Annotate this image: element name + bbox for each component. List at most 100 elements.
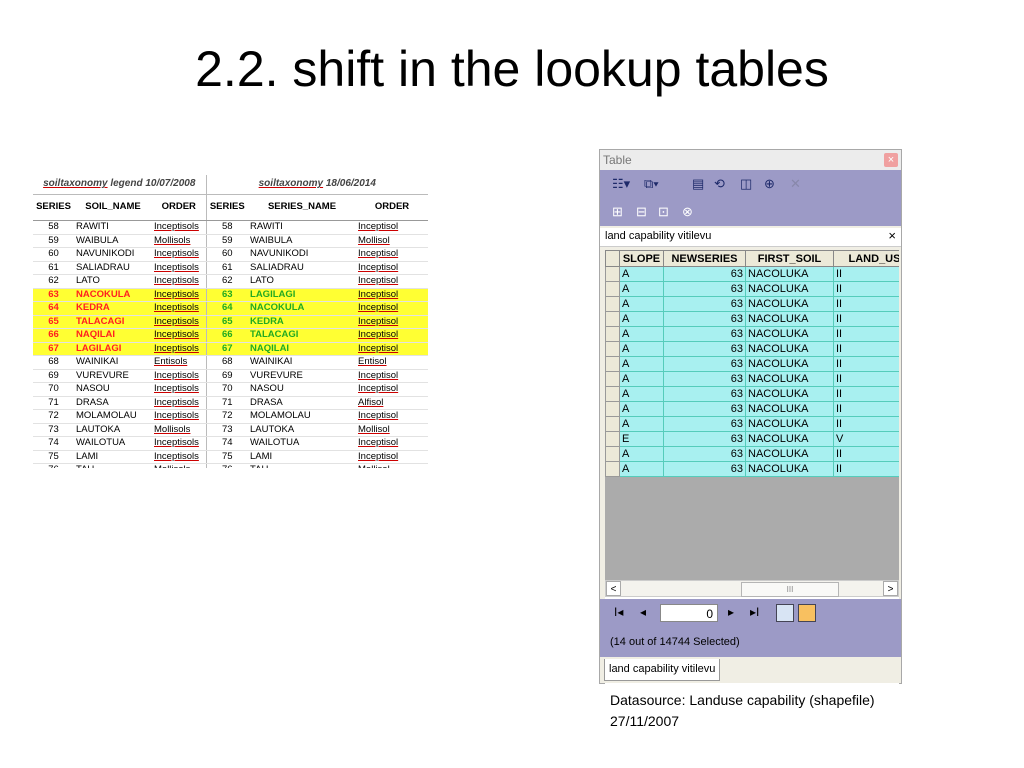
cell-first-soil[interactable]: NACOLUKA [745, 401, 834, 417]
last-record-icon[interactable]: ▸I [750, 605, 759, 619]
table-row[interactable]: A 63 NACOLUKA II [605, 461, 899, 477]
cell-first-soil[interactable]: NACOLUKA [745, 341, 834, 357]
cell-newseries[interactable]: 63 [663, 326, 746, 342]
cell-slope[interactable]: E [619, 431, 664, 447]
cell-first-soil[interactable]: NACOLUKA [745, 326, 834, 342]
cell-first-soil[interactable]: NACOLUKA [745, 461, 834, 477]
switch-selection-icon[interactable]: ⟲ [714, 176, 725, 192]
cell-land-use[interactable]: II [833, 311, 899, 327]
scroll-right-arrow[interactable]: > [883, 581, 898, 596]
cell-slope[interactable]: A [619, 371, 664, 387]
scroll-left-arrow[interactable]: < [606, 581, 621, 596]
cell-land-use[interactable]: V [833, 431, 899, 447]
cell-slope[interactable]: A [619, 461, 664, 477]
row-selector[interactable] [605, 296, 620, 312]
clear-selection-icon[interactable]: ◫ [740, 176, 752, 192]
row-selector[interactable] [605, 401, 620, 417]
row-selector[interactable] [605, 461, 620, 477]
first-record-icon[interactable]: I◂ [614, 605, 623, 619]
cell-land-use[interactable]: II [833, 341, 899, 357]
table-row[interactable]: A 63 NACOLUKA II [605, 371, 899, 387]
table-row[interactable]: A 63 NACOLUKA II [605, 311, 899, 327]
row-selector[interactable] [605, 311, 620, 327]
table-row[interactable]: E 63 NACOLUKA V [605, 431, 899, 447]
cell-first-soil[interactable]: NACOLUKA [745, 431, 834, 447]
row-selector[interactable] [605, 416, 620, 432]
cell-slope[interactable]: A [619, 356, 664, 372]
table-row[interactable]: A 63 NACOLUKA II [605, 386, 899, 402]
table-row[interactable]: A 63 NACOLUKA II [605, 416, 899, 432]
cell-land-use[interactable]: II [833, 416, 899, 432]
scroll-thumb[interactable]: III [741, 582, 839, 597]
remove-icon[interactable]: ⊗ [682, 204, 693, 220]
cell-newseries[interactable]: 63 [663, 416, 746, 432]
layer-close-icon[interactable]: × [888, 228, 896, 243]
table-row[interactable]: A 63 NACOLUKA II [605, 326, 899, 342]
cell-land-use[interactable]: II [833, 281, 899, 297]
zoom-to-selected-icon[interactable]: ⊕ [764, 176, 775, 192]
cell-newseries[interactable]: 63 [663, 401, 746, 417]
cell-first-soil[interactable]: NACOLUKA [745, 311, 834, 327]
row-selector[interactable] [605, 446, 620, 462]
cell-newseries[interactable]: 63 [663, 281, 746, 297]
row-selector[interactable] [605, 431, 620, 447]
row-selector[interactable] [605, 371, 620, 387]
table-row[interactable]: A 63 NACOLUKA II [605, 296, 899, 312]
table-row[interactable]: A 63 NACOLUKA II [605, 356, 899, 372]
cell-newseries[interactable]: 63 [663, 461, 746, 477]
row-selector[interactable] [605, 266, 620, 282]
horizontal-scrollbar[interactable]: < III > [605, 580, 899, 597]
cell-first-soil[interactable]: NACOLUKA [745, 266, 834, 282]
table-options-icon[interactable]: ☷▾ [612, 176, 630, 192]
show-selected-records-icon[interactable] [798, 604, 816, 622]
cell-land-use[interactable]: II [833, 296, 899, 312]
attachments-icon[interactable]: ⊡ [658, 204, 669, 220]
add-field-icon[interactable]: ⊞ [612, 204, 623, 220]
column-header-first-soil[interactable]: FIRST_SOIL [745, 250, 834, 267]
cell-newseries[interactable]: 63 [663, 341, 746, 357]
cell-slope[interactable]: A [619, 281, 664, 297]
cell-newseries[interactable]: 63 [663, 296, 746, 312]
cell-slope[interactable]: A [619, 401, 664, 417]
cell-first-soil[interactable]: NACOLUKA [745, 296, 834, 312]
cell-first-soil[interactable]: NACOLUKA [745, 371, 834, 387]
table-row[interactable]: A 63 NACOLUKA II [605, 341, 899, 357]
window-titlebar[interactable]: Table × [600, 150, 901, 170]
record-number-input[interactable]: 0 [660, 604, 718, 622]
delete-selected-icon[interactable]: ✕ [790, 176, 801, 192]
cell-newseries[interactable]: 63 [663, 446, 746, 462]
cell-slope[interactable]: A [619, 446, 664, 462]
cell-land-use[interactable]: II [833, 326, 899, 342]
window-close-button[interactable]: × [884, 153, 898, 167]
row-selector[interactable] [605, 326, 620, 342]
cell-newseries[interactable]: 63 [663, 356, 746, 372]
cell-land-use[interactable]: II [833, 386, 899, 402]
grid-viewport[interactable]: SLOPE NEWSERIES FIRST_SOIL LAND_US A 63 NA… [605, 250, 899, 580]
cell-slope[interactable]: A [619, 326, 664, 342]
select-by-attributes-icon[interactable]: ▤ [692, 176, 704, 192]
row-selector-header[interactable] [605, 250, 620, 267]
previous-record-icon[interactable]: ◂ [640, 605, 646, 619]
table-row[interactable]: A 63 NACOLUKA II [605, 401, 899, 417]
column-header-newseries[interactable]: NEWSERIES [663, 250, 746, 267]
cell-land-use[interactable]: II [833, 401, 899, 417]
cell-first-soil[interactable]: NACOLUKA [745, 446, 834, 462]
tab-land-capability[interactable]: land capability vitilevu [604, 659, 721, 681]
row-selector[interactable] [605, 281, 620, 297]
cell-slope[interactable]: A [619, 266, 664, 282]
cell-slope[interactable]: A [619, 311, 664, 327]
table-row[interactable]: A 63 NACOLUKA II [605, 446, 899, 462]
row-selector[interactable] [605, 341, 620, 357]
cell-land-use[interactable]: II [833, 461, 899, 477]
cell-slope[interactable]: A [619, 296, 664, 312]
cell-land-use[interactable]: II [833, 371, 899, 387]
column-header-land-use[interactable]: LAND_US [833, 250, 899, 267]
cell-first-soil[interactable]: NACOLUKA [745, 416, 834, 432]
cell-land-use[interactable]: II [833, 266, 899, 282]
cell-newseries[interactable]: 63 [663, 431, 746, 447]
show-all-records-icon[interactable] [776, 604, 794, 622]
next-record-icon[interactable]: ▸ [728, 605, 734, 619]
cell-slope[interactable]: A [619, 386, 664, 402]
cell-slope[interactable]: A [619, 341, 664, 357]
cell-newseries[interactable]: 63 [663, 371, 746, 387]
